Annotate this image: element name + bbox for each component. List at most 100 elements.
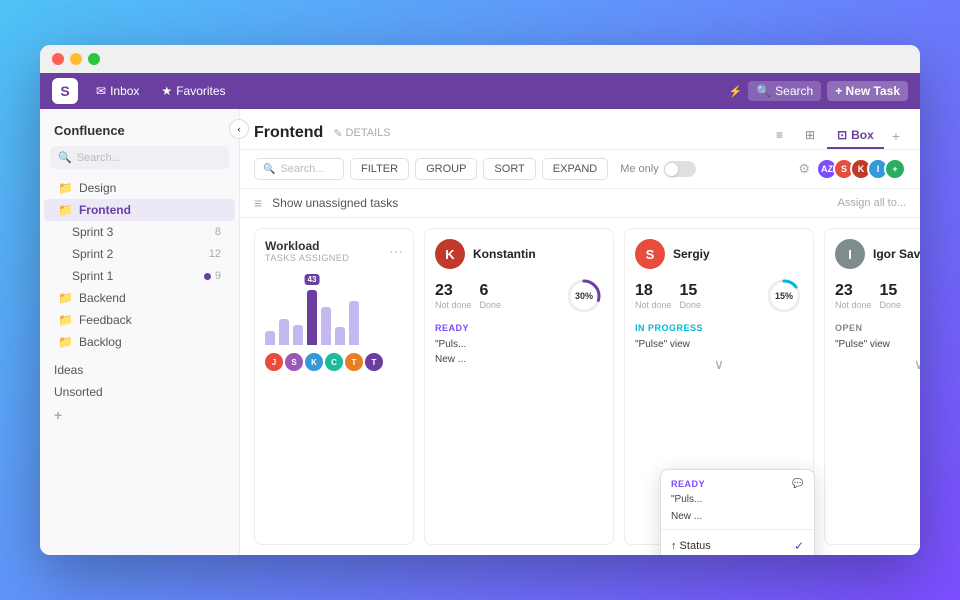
popup-inner: READY 💬 "Puls... New ... ↑ Status ✓ Prio… — [661, 474, 814, 555]
filter-button[interactable]: FILTER — [350, 158, 409, 180]
stat-not-done: 23 Not done — [435, 282, 472, 310]
sidebar: ‹ Confluence 🔍 Search... 📁 Design 📁 Fron… — [40, 109, 240, 555]
avatar-more[interactable]: + — [884, 158, 906, 180]
section-open: OPEN — [835, 323, 920, 333]
avatar-group: AZ S K I + — [816, 158, 906, 180]
bar-1 — [265, 331, 275, 345]
sidebar-item-sprint3[interactable]: Sprint 3 8 — [44, 221, 235, 243]
person-name-konstantin: Konstantin — [473, 247, 536, 261]
workload-chart: 43 — [265, 275, 403, 345]
board-area: Workload TASKS ASSIGNED ··· — [240, 218, 920, 555]
toggle-area: Me only — [620, 161, 696, 177]
progress-ring-konstantin: 30% — [565, 277, 603, 315]
titlebar — [40, 45, 920, 73]
list-icon: ≡ — [776, 128, 783, 142]
wl-avatar-k: K — [305, 353, 323, 371]
wl-avatar-j: J — [265, 353, 283, 371]
box-icon: ⊡ — [837, 128, 847, 142]
toolbar: 🔍 Search... FILTER GROUP SORT EXPAND Me … — [240, 150, 920, 189]
workload-menu-button[interactable]: ··· — [389, 243, 403, 259]
sidebar-item-unsorted[interactable]: Unsorted — [40, 381, 239, 403]
sidebar-search[interactable]: 🔍 Search... — [50, 146, 229, 169]
stat-not-done-sergiy: 18 Not done — [635, 282, 672, 310]
content-header: Frontend ✎ DETAILS ≡ ⊞ ⊡ Box — [240, 109, 920, 150]
sidebar-item-design[interactable]: 📁 Design — [44, 177, 235, 199]
search-button[interactable]: 🔍 Search — [748, 81, 821, 101]
wl-avatar-s: S — [285, 353, 303, 371]
dropdown-icon-igor[interactable]: ∨ — [835, 356, 920, 373]
person-name-igor: Igor Savelev — [873, 247, 920, 261]
inbox-icon: ✉ — [96, 84, 106, 98]
bar-4: 43 — [307, 290, 317, 345]
minimize-dot[interactable] — [70, 53, 82, 65]
task-item-sergiy-1: "Pulse" view — [635, 337, 803, 352]
app-window: S ✉ Inbox ★ Favorites ⚡ 🔍 Search + New T… — [40, 45, 920, 555]
sidebar-item-backlog[interactable]: 📁 Backlog — [44, 331, 235, 353]
person-stats-igor: 23 Not done 15 Done — [835, 277, 920, 315]
tab-list[interactable]: ≡ — [766, 123, 793, 149]
sidebar-collapse-button[interactable]: ‹ — [229, 119, 249, 139]
maximize-dot[interactable] — [88, 53, 100, 65]
toggle-knob — [665, 163, 678, 176]
task-item-2: New ... — [435, 352, 603, 367]
close-dot[interactable] — [52, 53, 64, 65]
check-icon: ✓ — [794, 539, 804, 553]
avatar-igor: I — [835, 239, 865, 269]
workload-header: Workload TASKS ASSIGNED ··· — [265, 239, 403, 263]
content-area: Frontend ✎ DETAILS ≡ ⊞ ⊡ Box — [240, 109, 920, 555]
stat-not-done-igor: 23 Not done — [835, 282, 872, 310]
sidebar-search-icon: 🔍 — [58, 151, 72, 164]
lightning-icon[interactable]: ⚡ — [729, 85, 743, 98]
tab-box[interactable]: ⊡ Box — [827, 123, 884, 149]
star-icon: ★ — [161, 84, 172, 98]
person-card-konstantin: K Konstantin 23 Not done 6 Done — [424, 228, 614, 545]
sidebar-item-backend[interactable]: 📁 Backend — [44, 287, 235, 309]
person-header-sergiy: S Sergiy — [635, 239, 803, 269]
stat-done: 6 Done — [480, 282, 502, 310]
dropdown-icon-sergiy[interactable]: ∨ — [635, 356, 803, 373]
sidebar-item-frontend[interactable]: 📁 Frontend ··· — [44, 199, 235, 221]
popup-chat-icon: 💬 — [792, 478, 804, 489]
folder-icon: 📁 — [58, 313, 73, 327]
logo[interactable]: S — [52, 78, 78, 104]
tab-board-alt[interactable]: ⊞ — [795, 123, 825, 149]
board-alt-icon: ⊞ — [805, 128, 815, 142]
task-item-igor-1: "Pulse" view — [835, 337, 920, 352]
sort-button[interactable]: SORT — [483, 158, 535, 180]
board-container: ≡ Show unassigned tasks Assign all to...… — [240, 189, 920, 555]
gear-icon[interactable]: ⚙ — [798, 161, 810, 177]
add-section-button[interactable]: + — [40, 403, 239, 427]
expand-button[interactable]: EXPAND — [542, 158, 608, 180]
popup-task-2: New ... — [661, 508, 814, 525]
sidebar-item-feedback[interactable]: 📁 Feedback — [44, 309, 235, 331]
person-stats-sergiy: 18 Not done 15 Done — [635, 277, 803, 315]
me-only-toggle[interactable] — [664, 161, 696, 177]
sidebar-item-sprint2[interactable]: Sprint 2 12 — [44, 243, 235, 265]
tab-add-button[interactable]: + — [886, 123, 906, 149]
popup-menu-status[interactable]: ↑ Status ✓ — [661, 534, 814, 555]
wl-avatar-c: C — [325, 353, 343, 371]
workload-card: Workload TASKS ASSIGNED ··· — [254, 228, 414, 545]
hamburger-icon: ≡ — [254, 195, 262, 211]
wl-avatar-t1: T — [345, 353, 363, 371]
details-icon: ✎ — [333, 127, 342, 140]
favorites-button[interactable]: ★ Favorites — [153, 81, 233, 101]
new-task-button[interactable]: + New Task — [827, 81, 908, 101]
page-title: Frontend — [254, 124, 323, 142]
bar-badge: 43 — [305, 274, 320, 285]
inbox-button[interactable]: ✉ Inbox — [88, 81, 147, 101]
sort-dropdown-popup: READY 💬 "Puls... New ... ↑ Status ✓ Prio… — [660, 469, 815, 555]
content-tabs: ≡ ⊞ ⊡ Box + — [766, 123, 906, 149]
group-button[interactable]: GROUP — [415, 158, 477, 180]
wl-avatar-t2: T — [365, 353, 383, 371]
assign-all-button[interactable]: Assign all to... — [838, 197, 906, 209]
sidebar-item-ideas[interactable]: Ideas — [40, 359, 239, 381]
sprint1-dot — [204, 273, 211, 280]
toolbar-search[interactable]: 🔍 Search... — [254, 158, 344, 180]
details-link[interactable]: ✎ DETAILS — [333, 127, 390, 140]
search-icon: 🔍 — [756, 84, 771, 98]
bar-6 — [335, 327, 345, 345]
stat-done-igor: 15 Done — [880, 282, 902, 310]
folder-icon: 📁 — [58, 203, 73, 217]
sidebar-item-sprint1[interactable]: Sprint 1 9 — [44, 265, 235, 287]
